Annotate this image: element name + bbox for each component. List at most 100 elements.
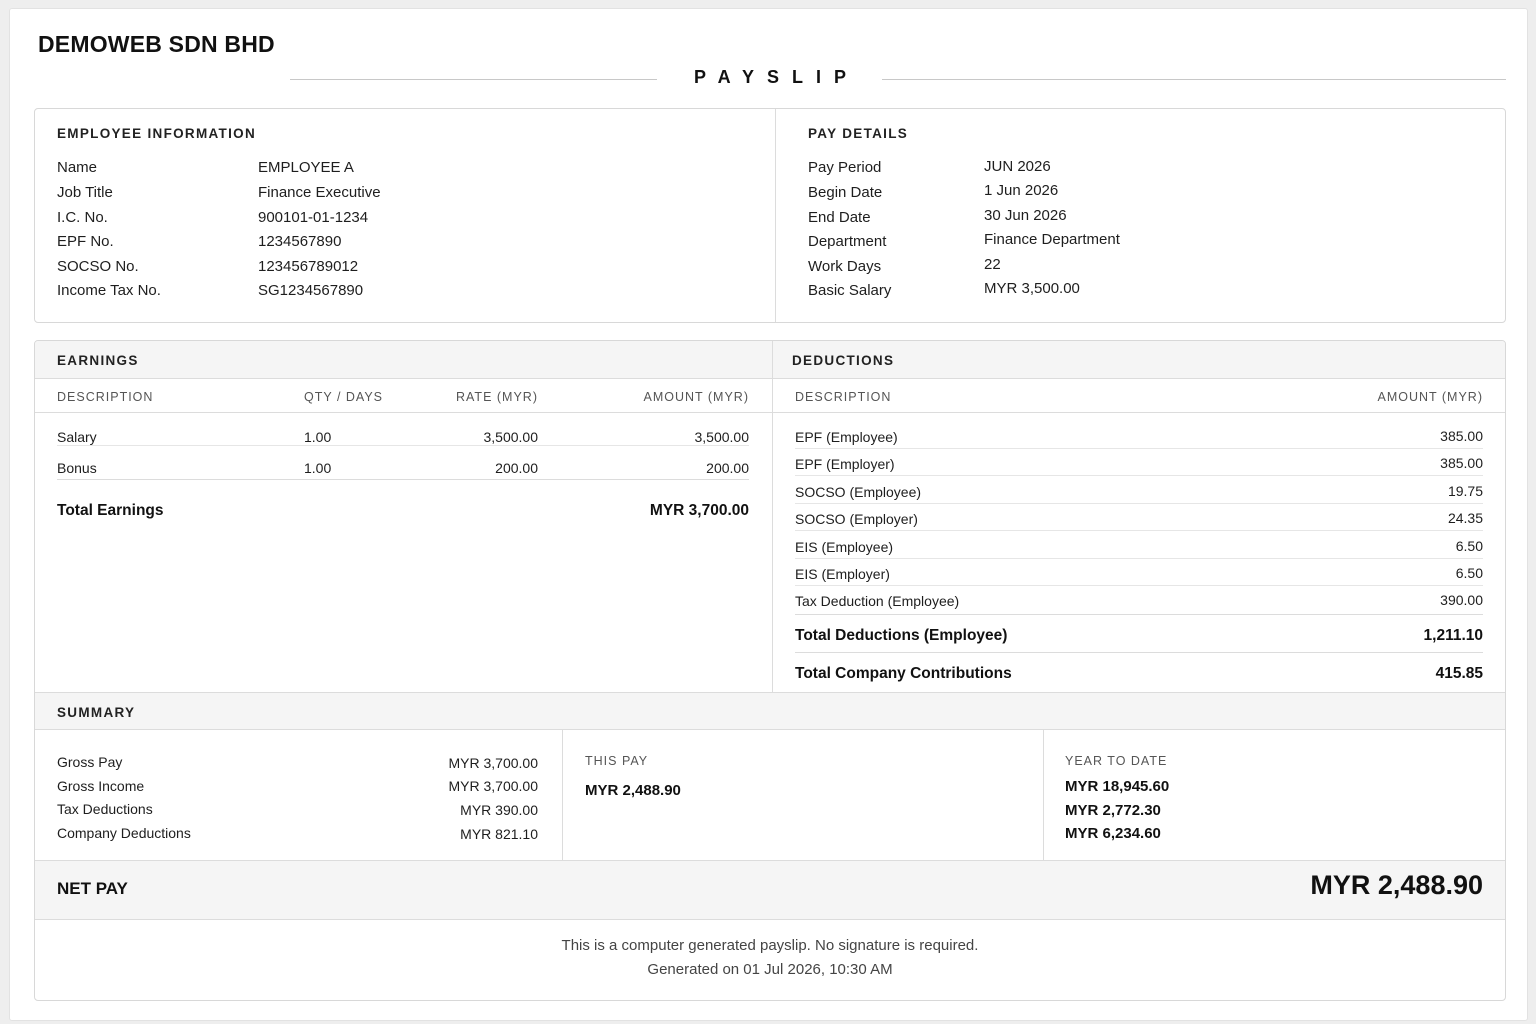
info-panel: EMPLOYEE INFORMATION Name EMPLOYEE A Job… [34, 108, 1506, 323]
deduction-row-description: EIS (Employee) [795, 539, 894, 555]
pay-label-basic-salary: Basic Salary [808, 282, 892, 299]
deduction-row-amount: 6.50 [1455, 565, 1483, 581]
employee-value-ic: 900101-01-1234 [258, 209, 369, 226]
pay-value-department: Finance Department [984, 231, 1120, 248]
earnings-row-description: Bonus [57, 460, 97, 476]
ytd-value: MYR 6,234.60 [1065, 825, 1161, 842]
total-deductions-label: Total Deductions (Employee) [795, 627, 1008, 644]
earnings-row-amount: 3,500.00 [694, 429, 750, 445]
deduction-row-amount: 390.00 [1440, 592, 1483, 608]
employee-label-job-title: Job Title [57, 184, 113, 201]
earnings-total-rule [57, 479, 749, 480]
pay-value-basic-salary: MYR 3,500.00 [984, 280, 1080, 297]
deduction-row-rule [795, 448, 1483, 449]
pay-label-period: Pay Period [808, 159, 882, 176]
net-pay-value: MYR 2,488.90 [1310, 870, 1483, 900]
summary-value-tax-deductions: MYR 390.00 [460, 802, 538, 818]
employee-value-income-tax: SG1234567890 [258, 282, 364, 299]
deduction-row-rule [795, 530, 1483, 531]
employee-label-income-tax: Income Tax No. [57, 282, 161, 299]
deduction-row-amount: 385.00 [1440, 428, 1483, 444]
deductions-col-description: DESCRIPTION [795, 390, 892, 404]
pay-label-begin-date: Begin Date [808, 184, 883, 201]
summary-label-gross-pay: Gross Pay [57, 754, 123, 770]
total-company-contributions-label: Total Company Contributions [795, 665, 1012, 682]
deduction-row-description: SOCSO (Employer) [795, 511, 918, 527]
payslip-title: PAYSLIP [693, 67, 860, 87]
deduction-row-description: SOCSO (Employee) [795, 484, 922, 500]
employee-value-job-title: Finance Executive [258, 184, 381, 201]
pay-value-end-date: 30 Jun 2026 [984, 207, 1067, 224]
earnings-col-amount: AMOUNT (MYR) [643, 390, 749, 404]
earnings-row-qty: 1.00 [304, 460, 332, 476]
employee-info-heading: EMPLOYEE INFORMATION [57, 126, 257, 141]
total-company-contributions-value: 415.85 [1435, 665, 1483, 682]
total-deductions-value: 1,211.10 [1423, 627, 1483, 644]
title-rule-left [290, 79, 657, 80]
employee-value-epf: 1234567890 [258, 233, 342, 250]
info-divider [775, 109, 776, 322]
employee-label-name: Name [57, 159, 98, 176]
net-pay-band [35, 860, 1505, 920]
deductions-heading: DEDUCTIONS [792, 353, 895, 368]
title-rule-right [882, 79, 1506, 80]
summary-value-company-deductions: MYR 821.10 [460, 826, 538, 842]
earnings-row-description: Salary [57, 429, 97, 445]
summary-divider-2 [1043, 730, 1044, 860]
employee-value-socso: 123456789012 [258, 258, 359, 275]
summary-label-company-deductions: Company Deductions [57, 825, 191, 841]
earnings-deductions-divider [772, 341, 773, 692]
employee-label-socso: SOCSO No. [57, 258, 139, 275]
deduction-row-rule [795, 475, 1483, 476]
footer-generated-on: Generated on 01 Jul 2026, 10:30 AM [647, 961, 893, 978]
summary-label-gross-income: Gross Income [57, 778, 145, 794]
deduction-row-rule [795, 558, 1483, 559]
deduction-total-rule [795, 614, 1483, 615]
earnings-deductions-header [35, 341, 1505, 379]
earnings-row-rate: 3,500.00 [483, 429, 539, 445]
pay-value-work-days: 22 [984, 256, 1001, 273]
summary-divider-1 [562, 730, 563, 860]
earnings-col-qty: QTY / DAYS [304, 390, 384, 404]
pay-label-work-days: Work Days [808, 258, 882, 275]
earnings-heading: EARNINGS [57, 353, 139, 368]
employee-label-ic: I.C. No. [57, 209, 108, 226]
summary-heading: SUMMARY [57, 705, 136, 720]
deduction-row-amount: 24.35 [1447, 510, 1483, 526]
earnings-row-rule [57, 445, 749, 446]
total-earnings-label: Total Earnings [57, 502, 164, 519]
earnings-header-rule [35, 412, 772, 413]
employee-label-epf: EPF No. [57, 233, 114, 250]
deductions-col-amount: AMOUNT (MYR) [1377, 390, 1483, 404]
this-pay-label: THIS PAY [585, 754, 649, 768]
pay-value-period: JUN 2026 [984, 158, 1051, 175]
deduction-row-amount: 19.75 [1447, 483, 1483, 499]
total-earnings-value: MYR 3,700.00 [649, 502, 749, 519]
ytd-value: MYR 2,772.30 [1065, 802, 1161, 819]
deduction-contrib-rule [795, 652, 1483, 653]
deduction-row-amount: 385.00 [1440, 455, 1483, 471]
deduction-row-description: EPF (Employer) [795, 456, 895, 472]
earnings-col-rate: RATE (MYR) [456, 390, 538, 404]
this-pay-value: MYR 2,488.90 [585, 782, 681, 799]
summary-value-gross-income: MYR 3,700.00 [448, 778, 539, 794]
payroll-panel: EARNINGS DEDUCTIONS DESCRIPTION QTY / DA… [34, 340, 1506, 1001]
company-name: DEMOWEB SDN BHD [38, 31, 275, 57]
summary-header [35, 692, 1505, 730]
deduction-row-description: Tax Deduction (Employee) [795, 593, 960, 609]
pay-label-end-date: End Date [808, 209, 871, 226]
pay-details-heading: PAY DETAILS [808, 126, 909, 141]
deduction-row-description: EIS (Employer) [795, 566, 890, 582]
earnings-col-description: DESCRIPTION [57, 390, 154, 404]
ytd-value: MYR 18,945.60 [1065, 778, 1170, 795]
deduction-row-description: EPF (Employee) [795, 429, 898, 445]
employee-value-name: EMPLOYEE A [258, 159, 354, 176]
summary-label-tax-deductions: Tax Deductions [57, 801, 153, 817]
payslip-sheet: DEMOWEB SDN BHD PAYSLIP EMPLOYEE INFORMA… [9, 8, 1528, 1021]
deduction-row-amount: 6.50 [1455, 538, 1483, 554]
pay-label-department: Department [808, 233, 887, 250]
summary-value-gross-pay: MYR 3,700.00 [448, 755, 539, 771]
earnings-row-qty: 1.00 [304, 429, 332, 445]
footer-disclaimer: This is a computer generated payslip. No… [561, 937, 979, 954]
deductions-header-rule [772, 412, 1505, 413]
